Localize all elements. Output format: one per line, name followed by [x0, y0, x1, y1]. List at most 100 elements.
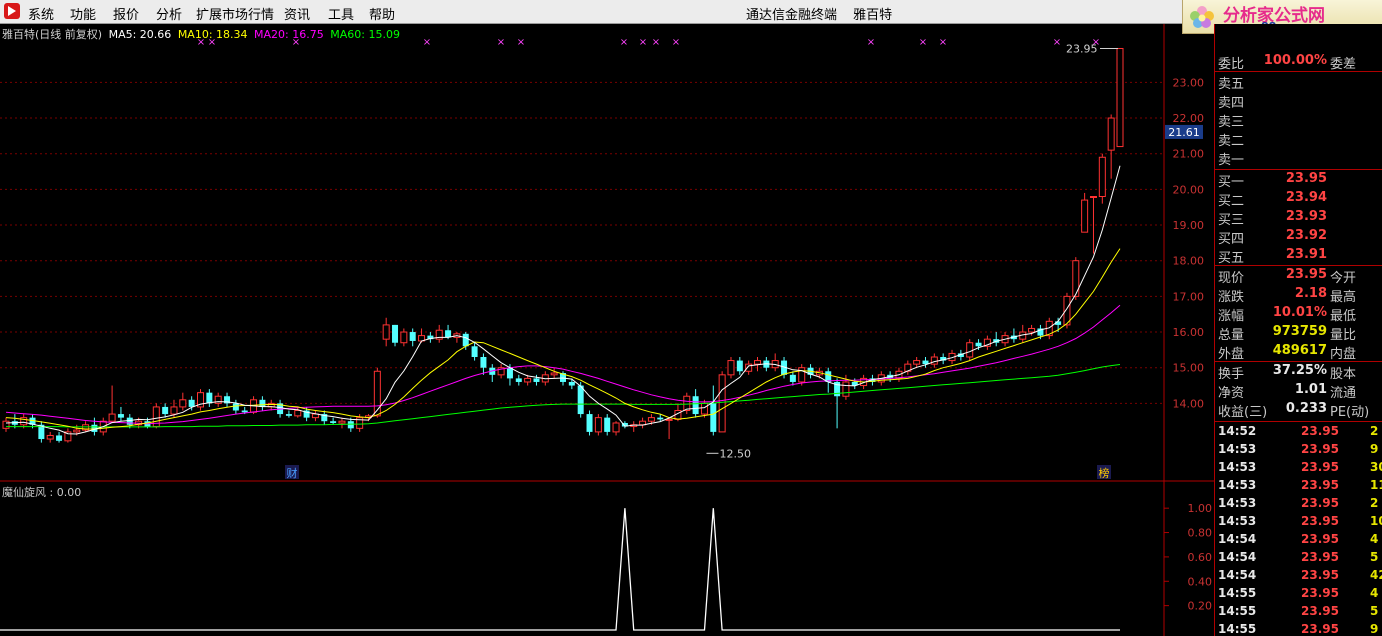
menu-news[interactable]: 资讯 [284, 4, 310, 23]
indicator-chart[interactable]: 0.20 0.40 0.60 0.80 1.00 [0, 482, 1214, 636]
candle [1019, 324, 1027, 343]
tick-time: 14:55 [1218, 604, 1257, 618]
candle [453, 332, 461, 343]
y-tick-label: 1.00 [1188, 502, 1213, 515]
candle [1116, 47, 1124, 148]
buy-price: 23.93 [1285, 209, 1327, 224]
sell-row: 卖五 [1215, 73, 1382, 92]
candle-body [533, 378, 540, 382]
tick-volume: 30 [1370, 460, 1382, 474]
wei-cha-label: 委差 [1330, 57, 1357, 72]
tick-volume: 5 [1370, 604, 1379, 618]
tick-price: 23.95 [1301, 604, 1339, 618]
tick-price: 23.95 [1301, 514, 1339, 528]
app-logo-icon[interactable] [4, 3, 20, 19]
y-tick-label: 0.20 [1188, 600, 1213, 613]
menu-help[interactable]: 帮助 [369, 4, 395, 23]
candle-body [206, 392, 213, 404]
candle-body [966, 342, 974, 358]
tick-price: 23.95 [1301, 460, 1339, 474]
y-tick-label: 16.00 [1173, 326, 1205, 339]
candle [294, 406, 302, 418]
tick-row: 14:55 23.95 4 [1215, 586, 1382, 604]
stat-value: 489617 [1272, 343, 1327, 358]
candle [683, 392, 691, 415]
candle [179, 392, 187, 411]
sell-row: 卖四 [1215, 92, 1382, 111]
menu-system[interactable]: 系统 [28, 4, 54, 23]
signal-marker: × [517, 37, 525, 48]
buy-row: 买三 23.93 [1215, 209, 1382, 228]
menu-analysis[interactable]: 分析 [156, 4, 182, 23]
signal-marker: × [1053, 37, 1061, 48]
sell-label: 卖四 [1218, 96, 1245, 111]
menu-quote[interactable]: 报价 [113, 4, 139, 23]
tick-volume: 2 [1370, 496, 1379, 510]
candle-body [162, 406, 169, 415]
candle [259, 396, 266, 411]
candle [940, 353, 947, 365]
stat-value: 0.233 [1285, 401, 1327, 416]
tick-price: 23.95 [1301, 550, 1339, 564]
signal-marker: × [919, 37, 927, 48]
tick-volume: 9 [1370, 442, 1379, 456]
candle [152, 403, 160, 429]
candle-body [727, 360, 735, 376]
tick-volume: 10 [1370, 514, 1382, 528]
candle-body [612, 422, 620, 433]
stat-right-label: 股本 [1330, 367, 1357, 382]
buy-price: 23.92 [1285, 228, 1327, 243]
y-tick-label: 14.00 [1173, 397, 1205, 410]
candle [382, 317, 390, 347]
tick-time: 14:53 [1218, 460, 1257, 474]
candle-body [480, 357, 487, 368]
candle [232, 399, 239, 415]
buy-price: 23.95 [1285, 171, 1327, 186]
tick-price: 23.95 [1301, 478, 1339, 492]
y-tick-label: 22.00 [1173, 112, 1205, 125]
signal-marker: × [1092, 37, 1100, 48]
stat-right-label: 今开 [1330, 271, 1357, 286]
tick-price: 23.95 [1301, 532, 1339, 546]
stat-row: 涨幅 10.01% 最低 [1215, 305, 1382, 324]
candle [311, 410, 319, 422]
wei-bi-row: 委比 100.00% 委差 [1215, 53, 1382, 72]
candle [789, 371, 796, 386]
candle [224, 392, 231, 407]
candle [108, 385, 116, 422]
stat-label: 外盘 [1218, 347, 1245, 362]
sell-label: 卖三 [1218, 115, 1245, 130]
tick-volume: 11 [1370, 478, 1382, 492]
stat-label: 涨幅 [1218, 309, 1245, 324]
menu-tools[interactable]: 工具 [328, 4, 354, 23]
candle [435, 324, 443, 343]
buy-label: 买五 [1218, 251, 1245, 266]
candle-body [930, 356, 938, 365]
candle-body [73, 429, 81, 433]
candle-body [170, 406, 178, 415]
ma20-label: MA20: 16.75 [254, 28, 324, 41]
candle-body [241, 410, 248, 413]
candle-body [647, 417, 655, 422]
divider [1215, 169, 1382, 170]
candle [665, 417, 673, 440]
y-tick-label: 0.80 [1188, 527, 1213, 540]
y-tick-label: 18.00 [1173, 255, 1205, 268]
menu-extended-market[interactable]: 扩展市场行情 [196, 4, 274, 23]
menu-function[interactable]: 功能 [70, 4, 96, 23]
quote-panel: 委比 100.00% 委差 卖五 卖四 卖三 卖二 卖一 买一 23.95 买二 23.94 买三… [1214, 24, 1382, 636]
candle [46, 431, 54, 443]
y-tick-label: 21.00 [1173, 148, 1205, 161]
stat-value: 10.01% [1272, 305, 1327, 320]
buy-price: 23.94 [1285, 190, 1327, 205]
candle [162, 403, 169, 418]
tick-time: 14:55 [1218, 622, 1257, 636]
candlestick-chart[interactable]: 14.00 15.00 16.00 17.00 18.00 19.00 20.00 21.00… [0, 24, 1214, 482]
buy-label: 买二 [1218, 194, 1245, 209]
candle [489, 364, 496, 382]
chart-title: 雅百特(日线 前复权) [2, 28, 103, 41]
candle [922, 357, 929, 368]
candle [966, 339, 974, 361]
candle [214, 392, 222, 407]
y-tick-label: 15.00 [1173, 362, 1205, 375]
